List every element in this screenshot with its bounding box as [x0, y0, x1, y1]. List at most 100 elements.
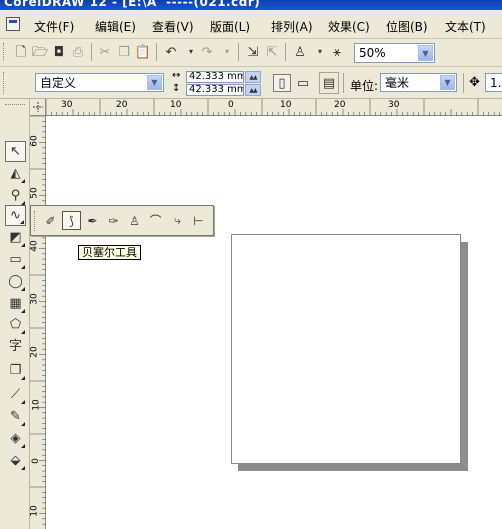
import-icon[interactable]: ⇲ [244, 43, 262, 61]
page-width-value: 42.333 mm [189, 71, 244, 82]
toolbox: ↖ ◭ ⚲ ∿ ◩ ▭ ◯ ▦ ⬠ 字 ❐ ⟋ ✎ ◈ ⬙ [0, 99, 30, 529]
ruler-label: 30 [61, 100, 73, 110]
interactive-connector-tool-icon[interactable]: ⤷ [168, 211, 187, 230]
three-point-curve-tool-icon[interactable]: ⌒ [146, 211, 165, 230]
property-bar: 自定义 ▼ ↔ ↕ 42.333 mm 42.333 mm ▲▲ ▲▲ ▯ ▭ … [0, 67, 502, 99]
ruler-label: 20 [334, 100, 346, 110]
fill-tool-icon[interactable]: ◈ [5, 428, 26, 449]
toolbox-grip[interactable] [5, 104, 25, 107]
document-icon[interactable] [6, 17, 20, 31]
height-spinner[interactable]: ▲▲ [245, 84, 261, 96]
redo-icon[interactable]: ↷ [198, 43, 216, 61]
dimension-tool-icon[interactable]: ⊢ [189, 211, 208, 230]
page-height-field[interactable]: 42.333 mm [186, 84, 244, 96]
text-tool-icon[interactable]: 字 [5, 336, 26, 357]
print-icon[interactable]: ⎙ [69, 43, 87, 61]
paste-icon[interactable]: 📋 [134, 43, 152, 61]
height-icon: ↕ [172, 83, 181, 94]
redo-dropdown-icon[interactable]: ▾ [218, 43, 236, 61]
save-icon[interactable]: ◘ [50, 43, 68, 61]
shape-tool-icon[interactable]: ◭ [5, 163, 26, 184]
menu-edit[interactable]: 编辑(E) [95, 18, 136, 35]
artistic-media-tool-icon[interactable]: ✒ [83, 211, 102, 230]
copy-icon[interactable]: ❐ [115, 43, 133, 61]
ruler-label: 20 [116, 100, 128, 110]
toolbar-grip[interactable] [3, 43, 6, 61]
undo-icon[interactable]: ↶ [162, 43, 180, 61]
ellipse-tool-icon[interactable]: ◯ [5, 271, 26, 292]
width-spinner[interactable]: ▲▲ [245, 71, 261, 83]
ruler-label: 10 [29, 505, 40, 517]
window-title: CorelDRAW 12 - [E:\A -----(021.cdr) [4, 0, 261, 9]
freehand-tool-icon[interactable]: ✐ [41, 211, 60, 230]
cut-icon[interactable]: ✂ [96, 43, 114, 61]
paper-type-select[interactable]: 自定义 ▼ [35, 73, 164, 92]
menu-effects[interactable]: 效果(C) [328, 18, 370, 35]
ruler-label: 30 [29, 293, 40, 305]
application-launcher-icon[interactable]: ♙ [291, 43, 309, 61]
units-label: 单位: [350, 79, 379, 93]
menu-view[interactable]: 查看(V) [152, 18, 194, 35]
nudge-offset-field[interactable]: 1.0 [485, 73, 502, 92]
vertical-ruler[interactable]: 60 50 40 30 20 10 0 10 [30, 116, 46, 529]
zoom-levels-select[interactable]: 50% ▼ [354, 43, 435, 63]
chevron-down-icon[interactable]: ▼ [440, 75, 455, 90]
eyedropper-tool-icon[interactable]: ⟋ [5, 384, 26, 405]
open-icon[interactable]: 🗁 [31, 43, 49, 61]
units-value: 毫米 [385, 76, 410, 90]
launcher-dropdown-icon[interactable]: ▾ [311, 43, 329, 61]
width-icon: ↔ [172, 70, 181, 81]
smart-fill-tool-icon[interactable]: ◩ [5, 227, 26, 248]
title-bar: CorelDRAW 12 - [E:\A -----(021.cdr) [0, 0, 502, 10]
page-width-field[interactable]: 42.333 mm [186, 71, 244, 83]
toolbar-grip[interactable] [3, 72, 6, 94]
ruler-origin[interactable] [30, 99, 46, 116]
ruler-label: 10 [31, 399, 42, 411]
pick-tool-icon[interactable]: ↖ [5, 141, 26, 162]
interactive-fill-tool-icon[interactable]: ⬙ [5, 450, 26, 471]
toolbar-separator [285, 43, 286, 61]
zoom-tool-icon[interactable]: ⚲ [5, 185, 26, 206]
basic-shapes-tool-icon[interactable]: ⬠ [5, 314, 26, 335]
chevron-down-icon[interactable]: ▼ [418, 45, 433, 61]
menu-arrange[interactable]: 排列(A) [271, 18, 313, 35]
page-height-value: 42.333 mm [189, 84, 244, 95]
all-pages-icon[interactable]: ▤ [319, 72, 339, 94]
export-icon[interactable]: ⇱ [263, 43, 281, 61]
ruler-label: 50 [29, 187, 40, 199]
ruler-label: 60 [29, 135, 40, 147]
ruler-label: 30 [388, 100, 400, 110]
outline-tool-icon[interactable]: ✎ [5, 406, 26, 427]
menu-bitmaps[interactable]: 位图(B) [386, 18, 428, 35]
nudge-icon: ✥ [469, 75, 480, 90]
ruler-label: 40 [29, 240, 40, 252]
ruler-label: 20 [29, 346, 40, 358]
horizontal-ruler-ticks [46, 99, 500, 116]
portrait-icon[interactable]: ▯ [273, 74, 291, 92]
chevron-down-icon[interactable]: ▼ [147, 75, 162, 90]
graph-paper-tool-icon[interactable]: ▦ [5, 293, 26, 314]
menu-layout[interactable]: 版面(L) [210, 18, 250, 35]
bezier-tool-icon[interactable]: ⟆ [62, 211, 81, 230]
drawing-page[interactable] [231, 234, 461, 464]
units-select[interactable]: 毫米 ▼ [380, 73, 457, 92]
tooltip: 贝塞尔工具 [78, 245, 141, 260]
new-document-icon[interactable]: 🗋 [12, 43, 30, 61]
pen-tool-icon[interactable]: ✑ [104, 211, 123, 230]
menu-text[interactable]: 文本(T) [445, 18, 486, 35]
ruler-label: 0 [228, 100, 234, 110]
landscape-icon[interactable]: ▭ [294, 74, 312, 92]
tooltip-text: 贝塞尔工具 [82, 246, 137, 259]
paper-type-value: 自定义 [40, 76, 77, 90]
polyline-tool-icon[interactable]: ♙ [125, 211, 144, 230]
curve-tool-icon[interactable]: ∿ [5, 205, 26, 226]
toolbar-separator [91, 43, 92, 61]
toolbar-separator [343, 73, 344, 93]
menu-file[interactable]: 文件(F) [34, 18, 74, 35]
flyout-grip[interactable] [34, 211, 37, 231]
interactive-blend-tool-icon[interactable]: ❐ [5, 360, 26, 381]
rectangle-tool-icon[interactable]: ▭ [5, 249, 26, 270]
horizontal-ruler[interactable]: 30 20 10 0 10 20 30 [46, 99, 502, 116]
standard-toolbar: 🗋 🗁 ◘ ⎙ ✂ ❐ 📋 ↶ ▾ ↷ ▾ ⇲ ⇱ ♙ ▾ ⚹ 50% ▼ [0, 39, 502, 67]
corel-online-icon[interactable]: ⚹ [328, 43, 346, 61]
